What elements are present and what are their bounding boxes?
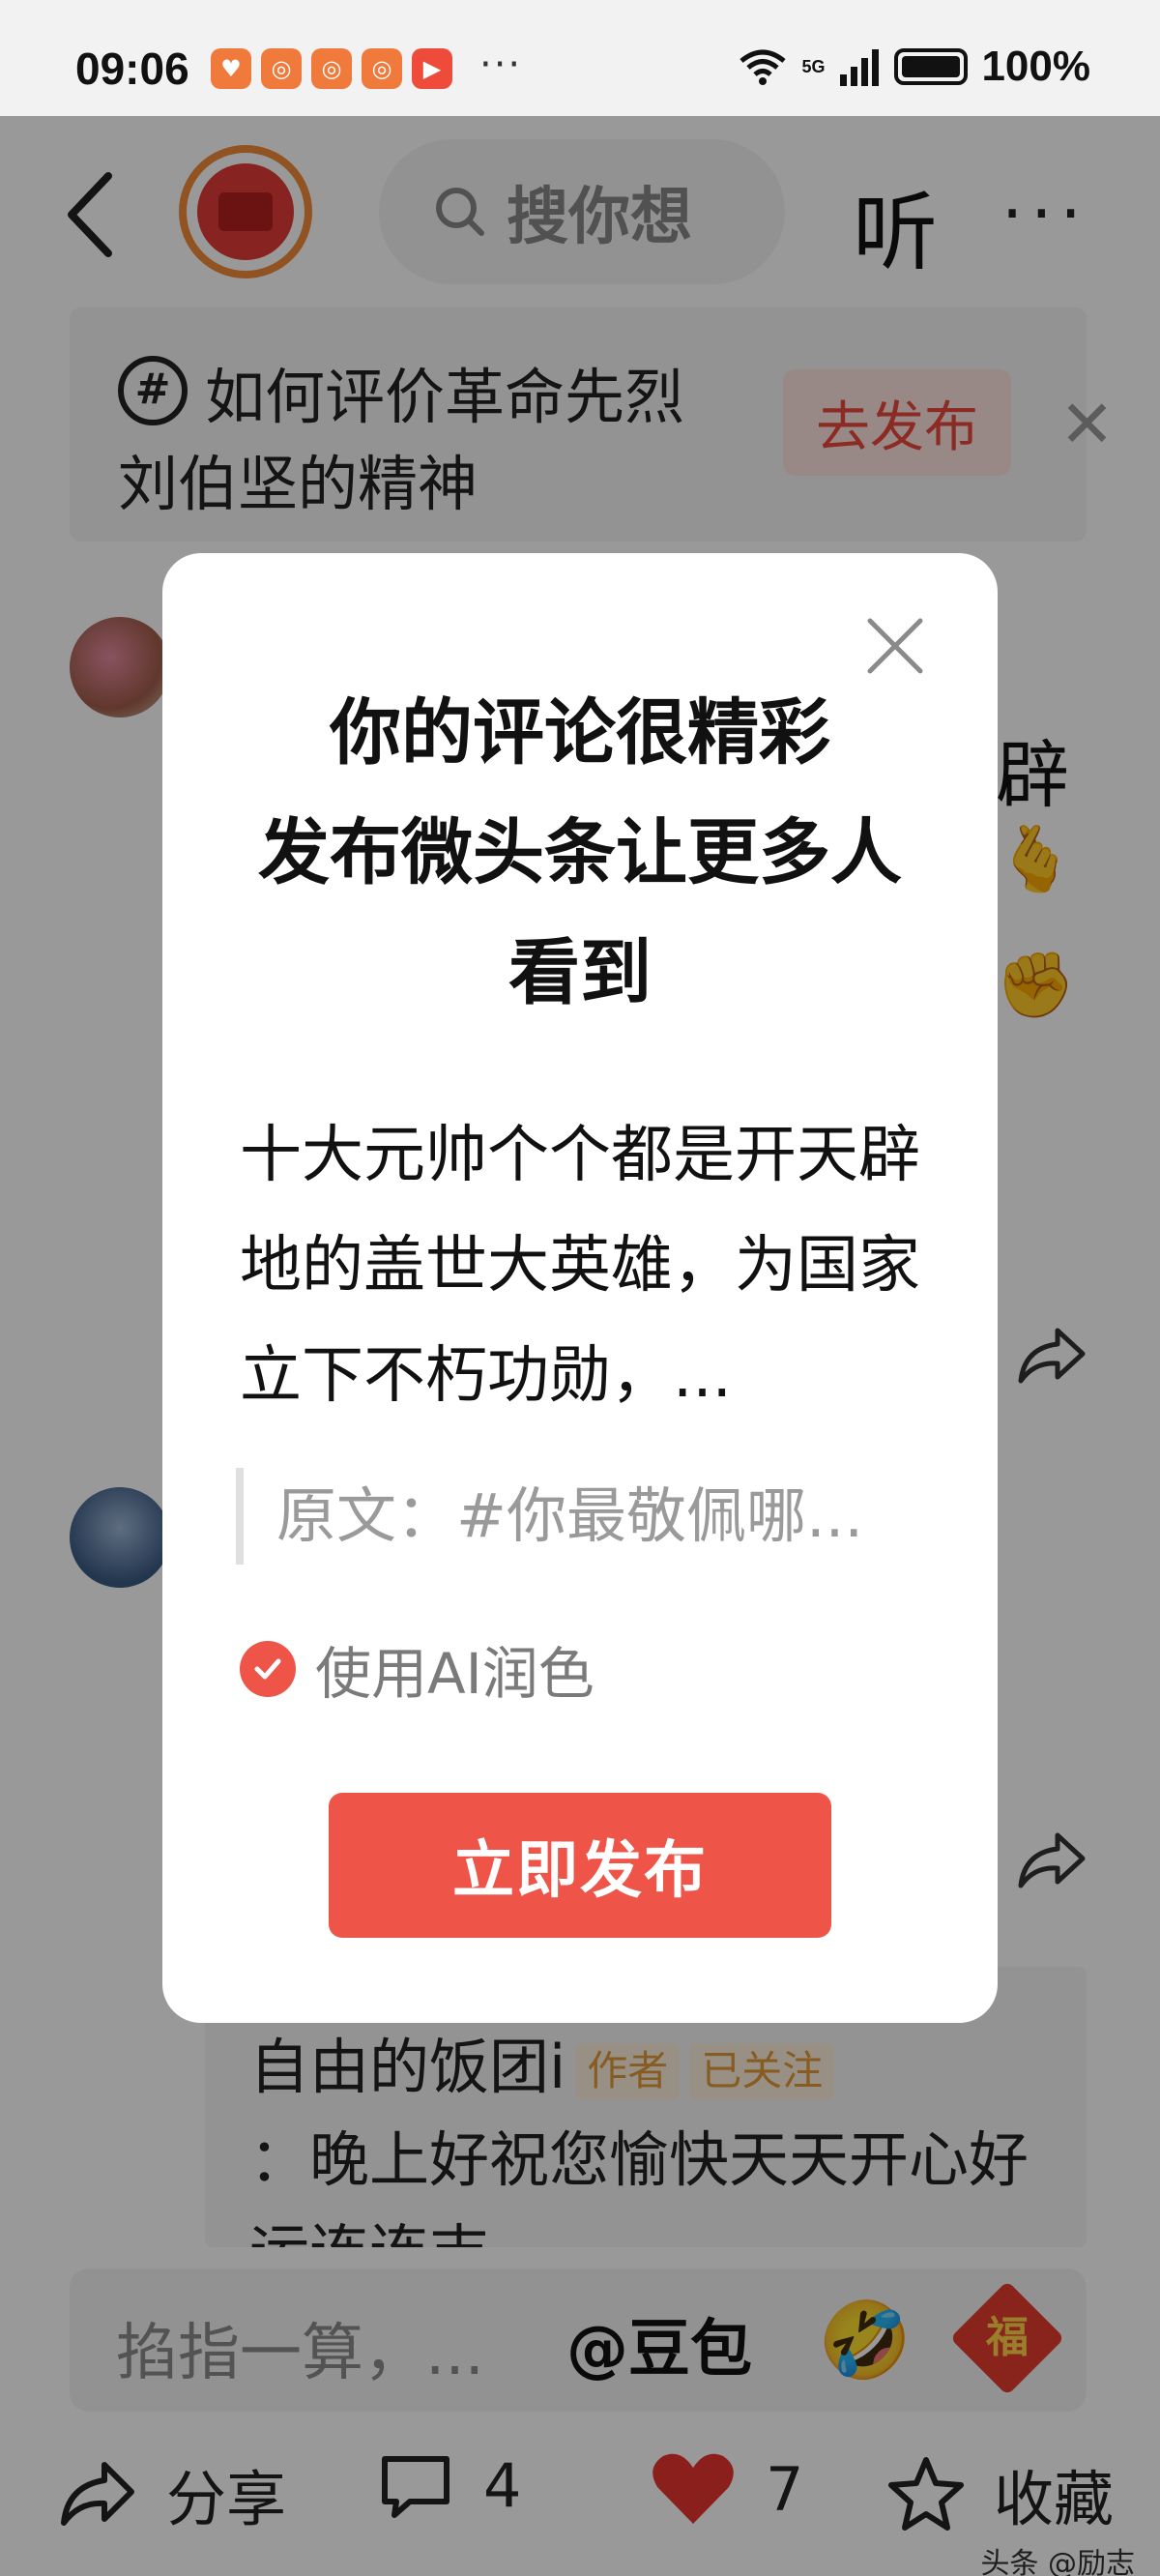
checkmark-icon xyxy=(254,1658,281,1680)
status-bar: 09:06 ♥ ◎ ◎ ◎ ▶ ··· 5G 100% xyxy=(0,0,1160,116)
battery-level: 100% xyxy=(981,43,1090,90)
comment-preview-text: 十大元帅个个都是开天辟地的盖世大英雄，为国家立下不朽功勋，... xyxy=(240,1120,920,1412)
signal-icon xyxy=(840,49,880,86)
app-notification-icon: ◎ xyxy=(261,48,302,89)
notification-icons: ♥ ◎ ◎ ◎ ▶ xyxy=(211,48,452,89)
close-icon[interactable] xyxy=(864,615,926,677)
ai-polish-option[interactable]: 使用AI润色 xyxy=(240,1628,594,1710)
publish-now-button[interactable]: 立即发布 xyxy=(329,1793,831,1938)
video-app-icon: ▶ xyxy=(412,48,452,89)
battery-icon xyxy=(894,48,969,85)
status-time: 09:06 xyxy=(75,44,189,94)
status-right: 5G 100% xyxy=(738,43,1090,91)
dialog-title-line: 看到 xyxy=(508,931,652,1014)
app-notification-icon: ◎ xyxy=(311,48,352,89)
dialog-title: 你的评论很精彩 发布微头条让更多人 看到 xyxy=(201,673,959,1033)
publish-dialog: 你的评论很精彩 发布微头条让更多人 看到 十大元帅个个都是开天辟地的盖世大英雄，… xyxy=(162,553,998,2023)
network-type: 5G xyxy=(801,57,826,76)
more-notifications-icon: ··· xyxy=(479,43,523,87)
ai-polish-label: 使用AI润色 xyxy=(315,1641,594,1707)
dialog-title-line: 你的评论很精彩 xyxy=(330,691,830,775)
app-notification-icon: ◎ xyxy=(362,48,402,89)
dialog-title-line: 发布微头条让更多人 xyxy=(258,811,902,894)
original-article-quote: 原文：#你最敬佩哪... xyxy=(236,1468,913,1565)
checkbox-checked-icon[interactable] xyxy=(240,1641,296,1697)
wifi-icon xyxy=(740,49,787,85)
health-app-icon: ♥ xyxy=(211,48,251,89)
